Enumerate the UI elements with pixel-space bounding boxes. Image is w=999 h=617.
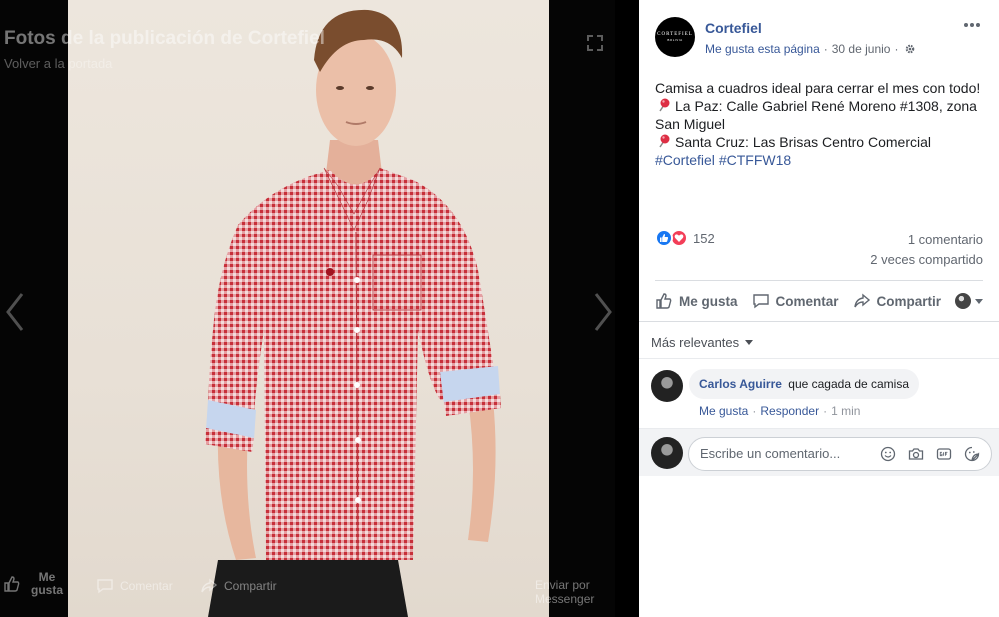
chevron-right-icon[interactable]	[588, 290, 615, 334]
comment-sort-dropdown[interactable]: Más relevantes	[651, 335, 754, 350]
viewer-like-label: Me gusta	[31, 570, 64, 597]
divider	[639, 358, 999, 359]
viewer-comment-button[interactable]: Comentar	[96, 577, 173, 595]
divider	[655, 280, 983, 281]
post-hashtags: #Cortefiel #CTFFW18	[655, 151, 990, 169]
like-button[interactable]: Me gusta	[655, 292, 738, 310]
page-name-link[interactable]: Cortefiel	[705, 20, 762, 36]
comment-author-link[interactable]: Carlos Aguirre	[699, 377, 782, 391]
post-date[interactable]: 30 de junio	[832, 42, 891, 56]
avatar	[955, 293, 971, 309]
post-meta: Me gusta esta página · 30 de junio ·	[705, 42, 916, 56]
comment-icon	[752, 294, 769, 309]
chevron-down-icon	[745, 340, 754, 345]
more-icon[interactable]	[963, 21, 981, 29]
like-reaction-icon	[655, 229, 673, 247]
like-icon	[4, 576, 20, 592]
comment-button[interactable]: Comentar	[752, 292, 839, 310]
post-text-line: Camisa a cuadros ideal para cerrar el me…	[655, 80, 981, 96]
comment-actions: Me gusta · Responder · 1 min	[699, 404, 860, 418]
post-actions: Me gusta Comentar Compartir	[655, 290, 983, 312]
sticker-icon[interactable]	[963, 445, 981, 463]
shares-count-link[interactable]: 2 veces compartido	[870, 252, 983, 267]
comment-composer-area	[639, 428, 999, 476]
like-page-link[interactable]: Me gusta esta página	[705, 42, 820, 56]
viewer-divider	[615, 0, 639, 617]
emoji-icon[interactable]	[879, 445, 897, 463]
post-photo[interactable]	[68, 0, 549, 617]
viewer-action-bar: Me gusta Comentar Compartir Enviar por M…	[0, 566, 615, 617]
separator: ·	[823, 404, 828, 418]
comment-input[interactable]	[700, 446, 870, 461]
comment-like-link[interactable]: Me gusta	[699, 404, 748, 418]
gif-icon[interactable]	[935, 445, 953, 463]
comment-text: que cagada de camisa	[788, 377, 910, 391]
comment-composer[interactable]	[688, 437, 992, 471]
current-user-avatar	[651, 437, 683, 469]
gear-icon[interactable]	[904, 43, 916, 55]
meta-separator: ·	[894, 42, 899, 56]
expand-icon[interactable]	[585, 33, 605, 53]
viewer-title: Fotos de la publicación de Cortefiel	[4, 28, 325, 49]
viewer-like-button[interactable]: Me gusta	[3, 571, 63, 597]
comment-time[interactable]: 1 min	[831, 404, 860, 418]
post-panel: CORTEFIEL BOLIVIA Cortefiel Me gusta est…	[639, 0, 999, 617]
comment-button-label: Comentar	[775, 293, 839, 309]
reaction-count: 152	[693, 230, 715, 246]
meta-separator: ·	[823, 42, 828, 56]
share-button[interactable]: Compartir	[853, 292, 942, 310]
viewer-share-label: Compartir	[224, 579, 277, 593]
viewer-back-link[interactable]: Volver a la portada	[4, 56, 112, 71]
post-text: Camisa a cuadros ideal para cerrar el me…	[655, 79, 990, 169]
viewer-send-button[interactable]: Enviar por Messenger	[535, 578, 615, 606]
chevron-down-icon	[975, 298, 983, 304]
comment-bubble: Carlos Aguirre que cagada de camisa	[689, 369, 920, 399]
hashtag-link[interactable]: #CTFFW18	[719, 152, 791, 168]
share-button-label: Compartir	[876, 293, 942, 309]
pin-icon	[659, 98, 670, 112]
post-text-santacruz: Santa Cruz: Las Brisas Centro Comercial	[675, 134, 931, 150]
viewer-share-button[interactable]: Compartir	[200, 577, 277, 595]
post-text-line: La Paz: Calle Gabriel René Moreno #1308,…	[655, 97, 990, 115]
like-button-label: Me gusta	[679, 293, 738, 309]
reactions-summary[interactable]: 152	[655, 229, 715, 247]
logo-subtext: BOLIVIA	[667, 38, 683, 42]
share-icon	[853, 293, 870, 308]
composer-tools	[869, 445, 981, 463]
pin-icon	[659, 134, 670, 148]
post-text-line: Santa Cruz: Las Brisas Centro Comercial	[655, 133, 990, 151]
post-text-line: San Miguel	[655, 116, 726, 132]
like-icon	[656, 293, 672, 309]
divider	[639, 321, 999, 322]
post-header: CORTEFIEL BOLIVIA Cortefiel Me gusta est…	[655, 17, 987, 61]
chevron-left-icon[interactable]	[2, 290, 30, 334]
comment-sort-label: Más relevantes	[651, 335, 740, 350]
camera-icon[interactable]	[907, 445, 925, 463]
share-icon	[201, 578, 218, 593]
post-text-lapaz: La Paz: Calle Gabriel René Moreno #1308,…	[675, 98, 977, 114]
logo-text: CORTEFIEL	[657, 32, 693, 37]
comment-icon	[97, 579, 113, 594]
hashtag-link[interactable]: #Cortefiel	[655, 152, 715, 168]
separator: ·	[752, 404, 757, 418]
photo-viewer: Fotos de la publicación de Cortefiel Vol…	[0, 0, 615, 617]
model-shirt-illustration	[205, 9, 501, 617]
comments-count-link[interactable]: 1 comentario	[908, 232, 983, 247]
comment-reply-link[interactable]: Responder	[760, 404, 819, 418]
viewer-comment-label: Comentar	[120, 579, 173, 593]
page-avatar[interactable]: CORTEFIEL BOLIVIA	[655, 17, 695, 57]
post-as-selector[interactable]	[955, 293, 983, 309]
commenter-avatar[interactable]	[651, 370, 683, 402]
